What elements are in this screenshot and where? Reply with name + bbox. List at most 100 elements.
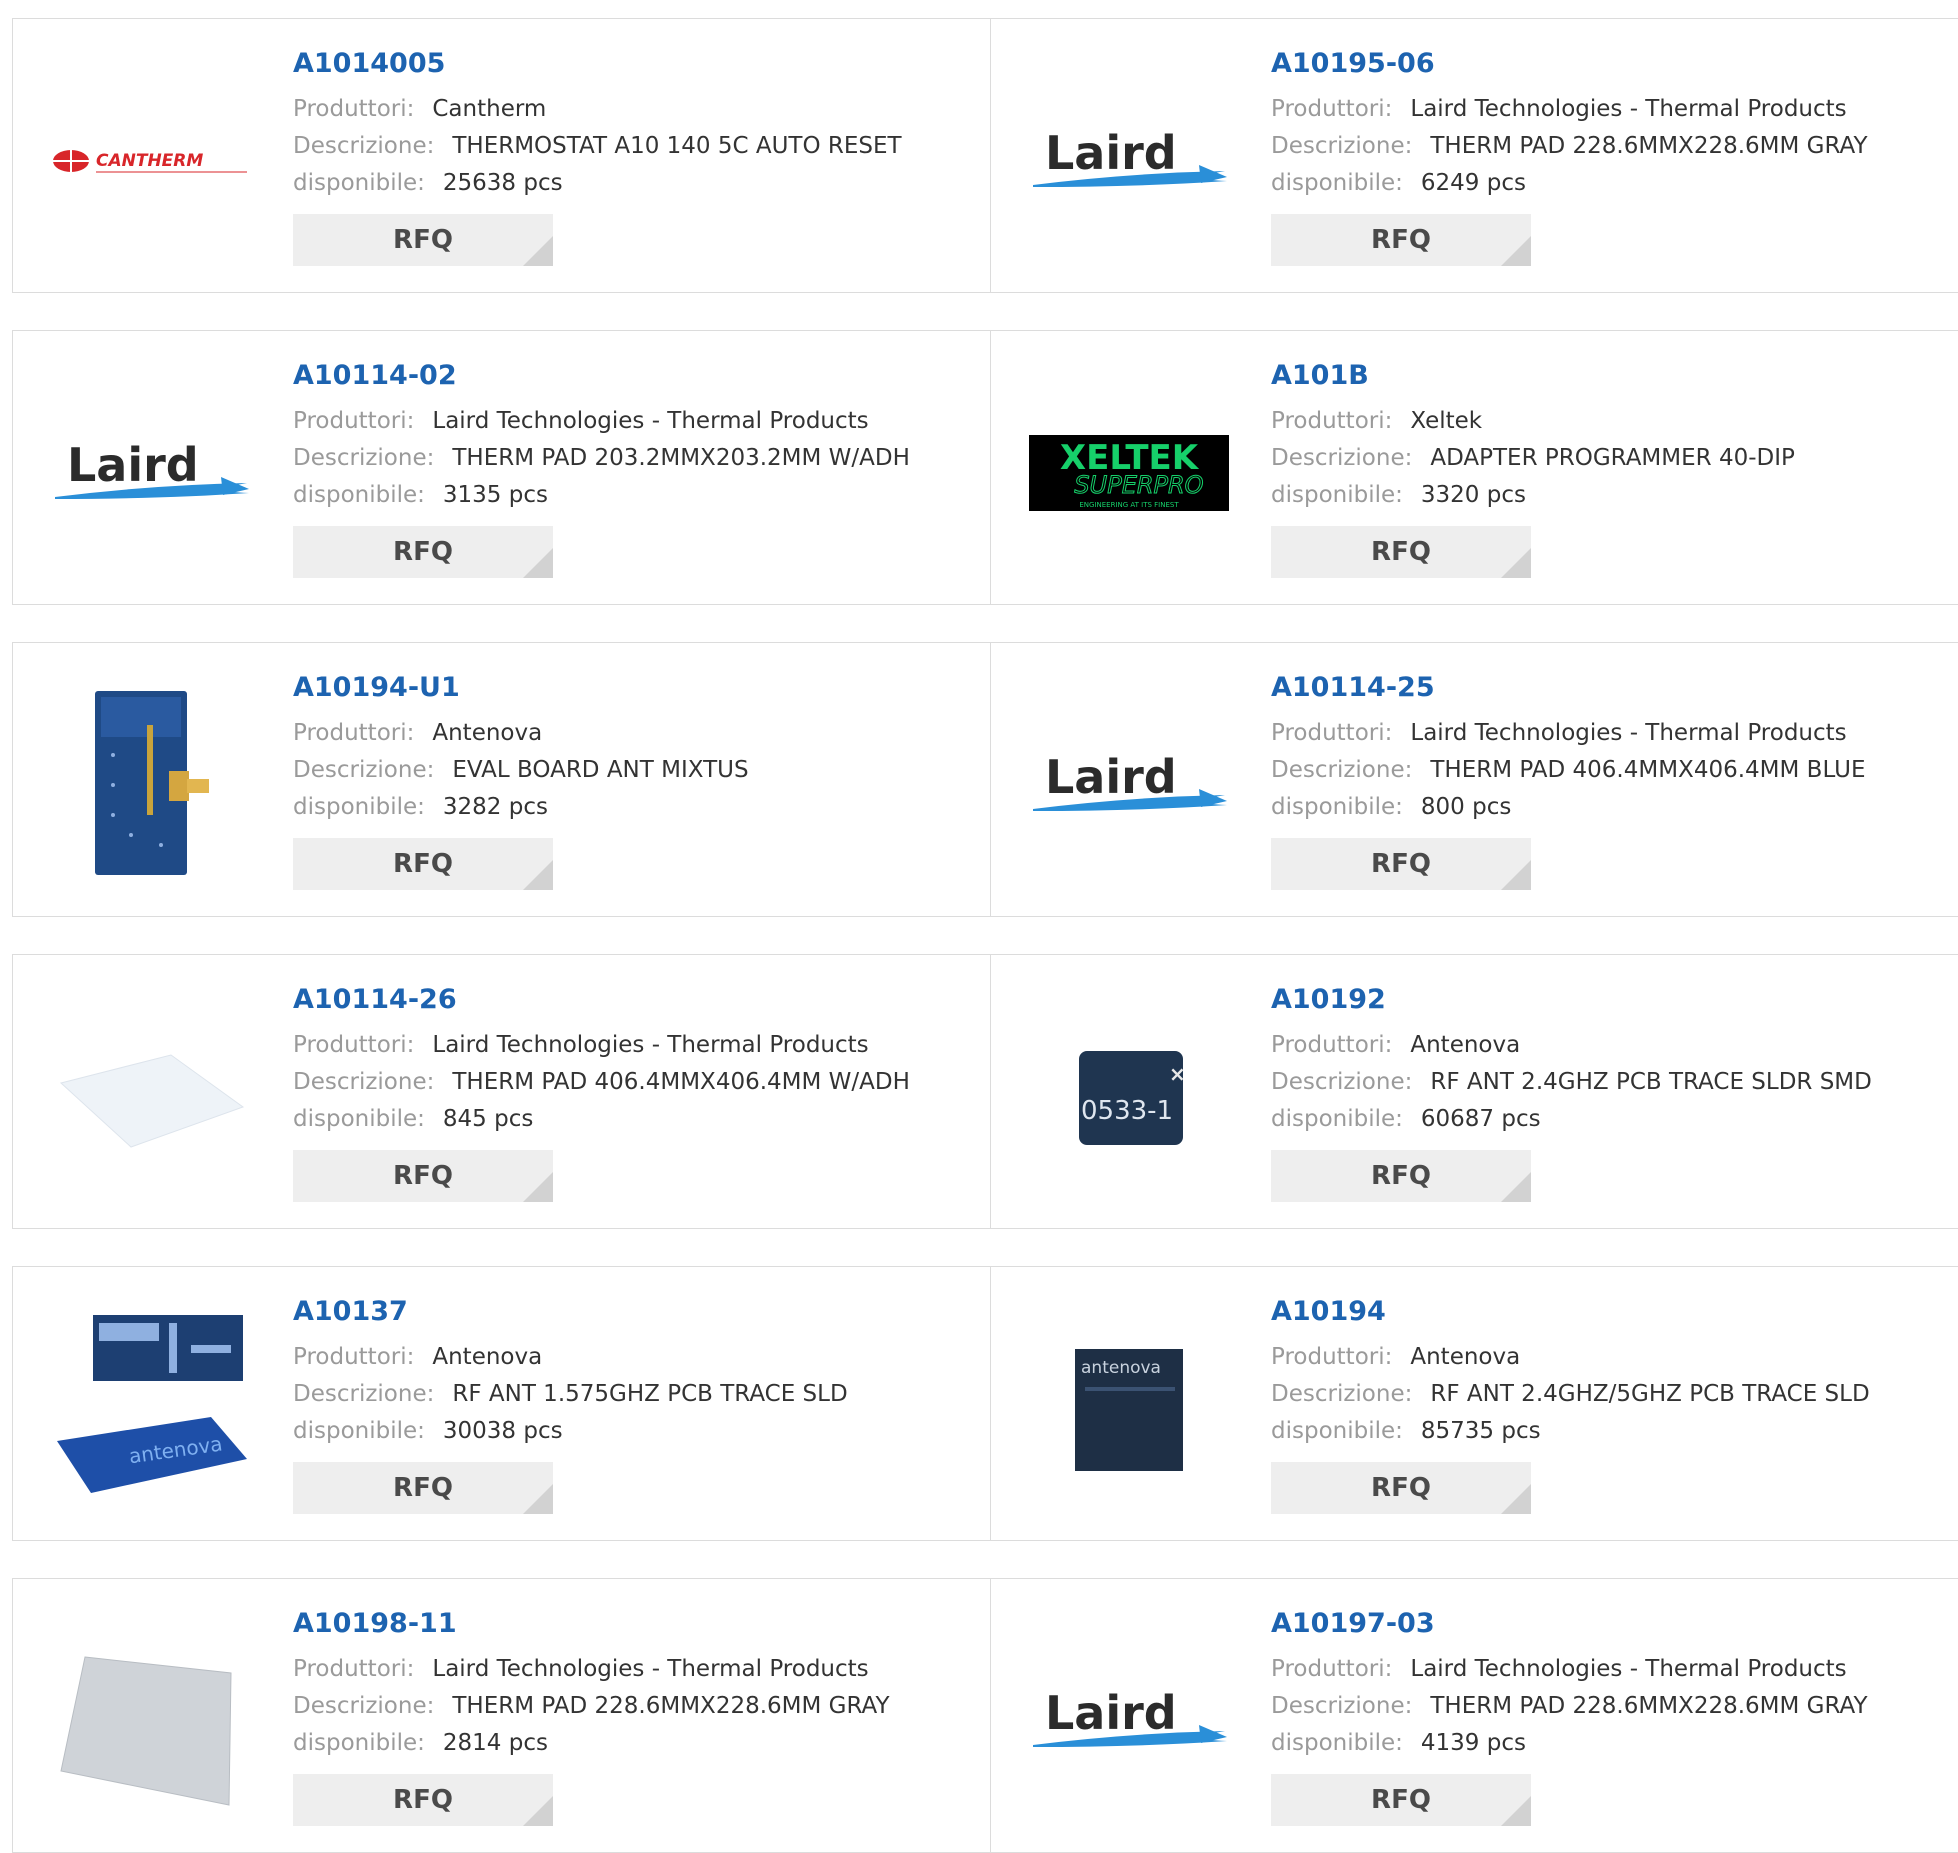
product-info: A10197-03 Produttori: Laird Technologies …	[1271, 1607, 1868, 1826]
part-number-link[interactable]: A10194-U1	[293, 671, 749, 705]
manufacturer-value: Cantherm	[432, 96, 547, 122]
description-line: Descrizione: THERM PAD 406.4MMX406.4MM BL…	[1271, 752, 1865, 789]
description-value: THERMOSTAT A10 140 5C AUTO RESET	[452, 133, 902, 159]
description-line: Descrizione: THERM PAD 406.4MMX406.4MM W/…	[293, 1064, 910, 1101]
manufacturer-line: Produttori: Laird Technologies - Thermal …	[1271, 91, 1868, 128]
product-image[interactable]: antenova	[1029, 1309, 1229, 1509]
rfq-button[interactable]: RFQ	[293, 1462, 553, 1514]
availability-line: disponibile: 800 pcs	[1271, 789, 1865, 826]
availability-label: disponibile:	[1271, 794, 1403, 820]
product-image[interactable]	[51, 685, 251, 885]
availability-label: disponibile:	[293, 1106, 425, 1132]
product-card: XELTEK SUPERPRO ENGINEERING AT ITS FINES…	[991, 331, 1958, 604]
rfq-button[interactable]: RFQ	[1271, 214, 1531, 266]
rfq-label: RFQ	[1371, 1785, 1431, 1815]
availability-value: 3320 pcs	[1420, 482, 1526, 508]
product-image[interactable]: CANTHERM	[51, 61, 251, 261]
description-label: Descrizione:	[293, 1693, 435, 1719]
rfq-button[interactable]: RFQ	[293, 1774, 553, 1826]
product-card: Laird A10197-03 Produttori: Laird Technol…	[991, 1579, 1958, 1852]
rfq-label: RFQ	[1371, 1473, 1431, 1503]
part-number-link[interactable]: A10114-02	[293, 359, 910, 393]
svg-text:×: ×	[1169, 1062, 1186, 1086]
rfq-label: RFQ	[393, 849, 453, 879]
product-info: A101B Produttori: Xeltek Descrizione: ADAP…	[1271, 359, 1795, 578]
product-image[interactable]: Laird	[1029, 61, 1229, 261]
product-image[interactable]: Laird	[51, 373, 251, 573]
manufacturer-label: Produttori:	[293, 96, 415, 122]
availability-line: disponibile: 3135 pcs	[293, 477, 910, 514]
part-number-link[interactable]: A10195-06	[1271, 47, 1868, 81]
product-image[interactable]	[51, 1621, 251, 1821]
xeltek-logo: XELTEK SUPERPRO ENGINEERING AT ITS FINES…	[1029, 435, 1229, 511]
manufacturer-line: Produttori: Cantherm	[293, 91, 902, 128]
rfq-button[interactable]: RFQ	[1271, 1150, 1531, 1202]
availability-line: disponibile: 30038 pcs	[293, 1413, 848, 1450]
availability-value: 3135 pcs	[442, 482, 548, 508]
product-row: CANTHERM A1014005 Produttori: Cantherm De…	[12, 18, 1958, 293]
svg-text:SUPERPRO: SUPERPRO	[1074, 471, 1203, 499]
part-number-link[interactable]: A1014005	[293, 47, 902, 81]
availability-label: disponibile:	[293, 482, 425, 508]
availability-value: 3282 pcs	[442, 794, 548, 820]
product-card: Laird A10195-06 Produttori: Laird Technol…	[991, 19, 1958, 292]
description-label: Descrizione:	[1271, 757, 1413, 783]
product-image[interactable]: Laird	[1029, 1621, 1229, 1821]
product-info: A10114-25 Produttori: Laird Technologies …	[1271, 671, 1865, 890]
part-number-link[interactable]: A101B	[1271, 359, 1795, 393]
svg-text:0533-1: 0533-1	[1081, 1096, 1173, 1126]
availability-label: disponibile:	[293, 170, 425, 196]
availability-label: disponibile:	[1271, 1106, 1403, 1132]
manufacturer-line: Produttori: Laird Technologies - Thermal …	[1271, 1651, 1868, 1688]
rfq-button[interactable]: RFQ	[1271, 1462, 1531, 1514]
part-number-link[interactable]: A10192	[1271, 983, 1872, 1017]
svg-text:antenova: antenova	[1081, 1358, 1161, 1378]
rfq-button[interactable]: RFQ	[293, 1150, 553, 1202]
corner-fold-icon	[1501, 1484, 1531, 1514]
part-number-link[interactable]: A10114-25	[1271, 671, 1865, 705]
manufacturer-label: Produttori:	[293, 1032, 415, 1058]
part-number-link[interactable]: A10198-11	[293, 1607, 890, 1641]
product-card: antenova A10137 Produttori: Antenova Desc…	[13, 1267, 991, 1540]
manufacturer-value: Laird Technologies - Thermal Products	[1410, 1656, 1847, 1682]
availability-label: disponibile:	[1271, 1418, 1403, 1444]
part-number-link[interactable]: A10194	[1271, 1295, 1870, 1329]
description-value: RF ANT 2.4GHZ PCB TRACE SLDR SMD	[1430, 1069, 1872, 1095]
rfq-label: RFQ	[393, 1161, 453, 1191]
part-number-link[interactable]: A10137	[293, 1295, 848, 1329]
availability-line: disponibile: 4139 pcs	[1271, 1725, 1868, 1762]
product-image[interactable]: XELTEK SUPERPRO ENGINEERING AT ITS FINES…	[1029, 373, 1229, 573]
product-image[interactable]: Laird	[1029, 685, 1229, 885]
rfq-label: RFQ	[393, 225, 453, 255]
availability-value: 25638 pcs	[442, 170, 563, 196]
rfq-button[interactable]: RFQ	[293, 214, 553, 266]
description-value: RF ANT 1.575GHZ PCB TRACE SLD	[452, 1381, 848, 1407]
corner-fold-icon	[523, 860, 553, 890]
antenova-strip-photo: antenova	[57, 1315, 247, 1493]
gray-pad-photo	[60, 1656, 232, 1806]
manufacturer-line: Produttori: Laird Technologies - Thermal …	[293, 1027, 910, 1064]
rfq-button[interactable]: RFQ	[1271, 526, 1531, 578]
corner-fold-icon	[523, 1172, 553, 1202]
rfq-button[interactable]: RFQ	[1271, 1774, 1531, 1826]
product-image[interactable]	[51, 997, 251, 1197]
svg-text:Laird: Laird	[67, 438, 199, 492]
chip-antenna-photo: × 0533-1	[1079, 1051, 1186, 1145]
product-image[interactable]: × 0533-1	[1029, 997, 1229, 1197]
availability-value: 85735 pcs	[1420, 1418, 1541, 1444]
part-number-link[interactable]: A10197-03	[1271, 1607, 1868, 1641]
product-image[interactable]: antenova	[51, 1309, 251, 1509]
part-number-link[interactable]: A10114-26	[293, 983, 910, 1017]
rfq-button[interactable]: RFQ	[293, 526, 553, 578]
svg-text:Laird: Laird	[1045, 1686, 1177, 1740]
product-info: A10114-26 Produttori: Laird Technologies …	[293, 983, 910, 1202]
product-info: A10195-06 Produttori: Laird Technologies …	[1271, 47, 1868, 266]
availability-label: disponibile:	[1271, 170, 1403, 196]
product-card: A10114-26 Produttori: Laird Technologies …	[13, 955, 991, 1228]
availability-value: 6249 pcs	[1420, 170, 1526, 196]
rfq-button[interactable]: RFQ	[1271, 838, 1531, 890]
description-label: Descrizione:	[293, 133, 435, 159]
rfq-button[interactable]: RFQ	[293, 838, 553, 890]
product-row: A10114-26 Produttori: Laird Technologies …	[12, 954, 1958, 1229]
manufacturer-label: Produttori:	[1271, 720, 1393, 746]
